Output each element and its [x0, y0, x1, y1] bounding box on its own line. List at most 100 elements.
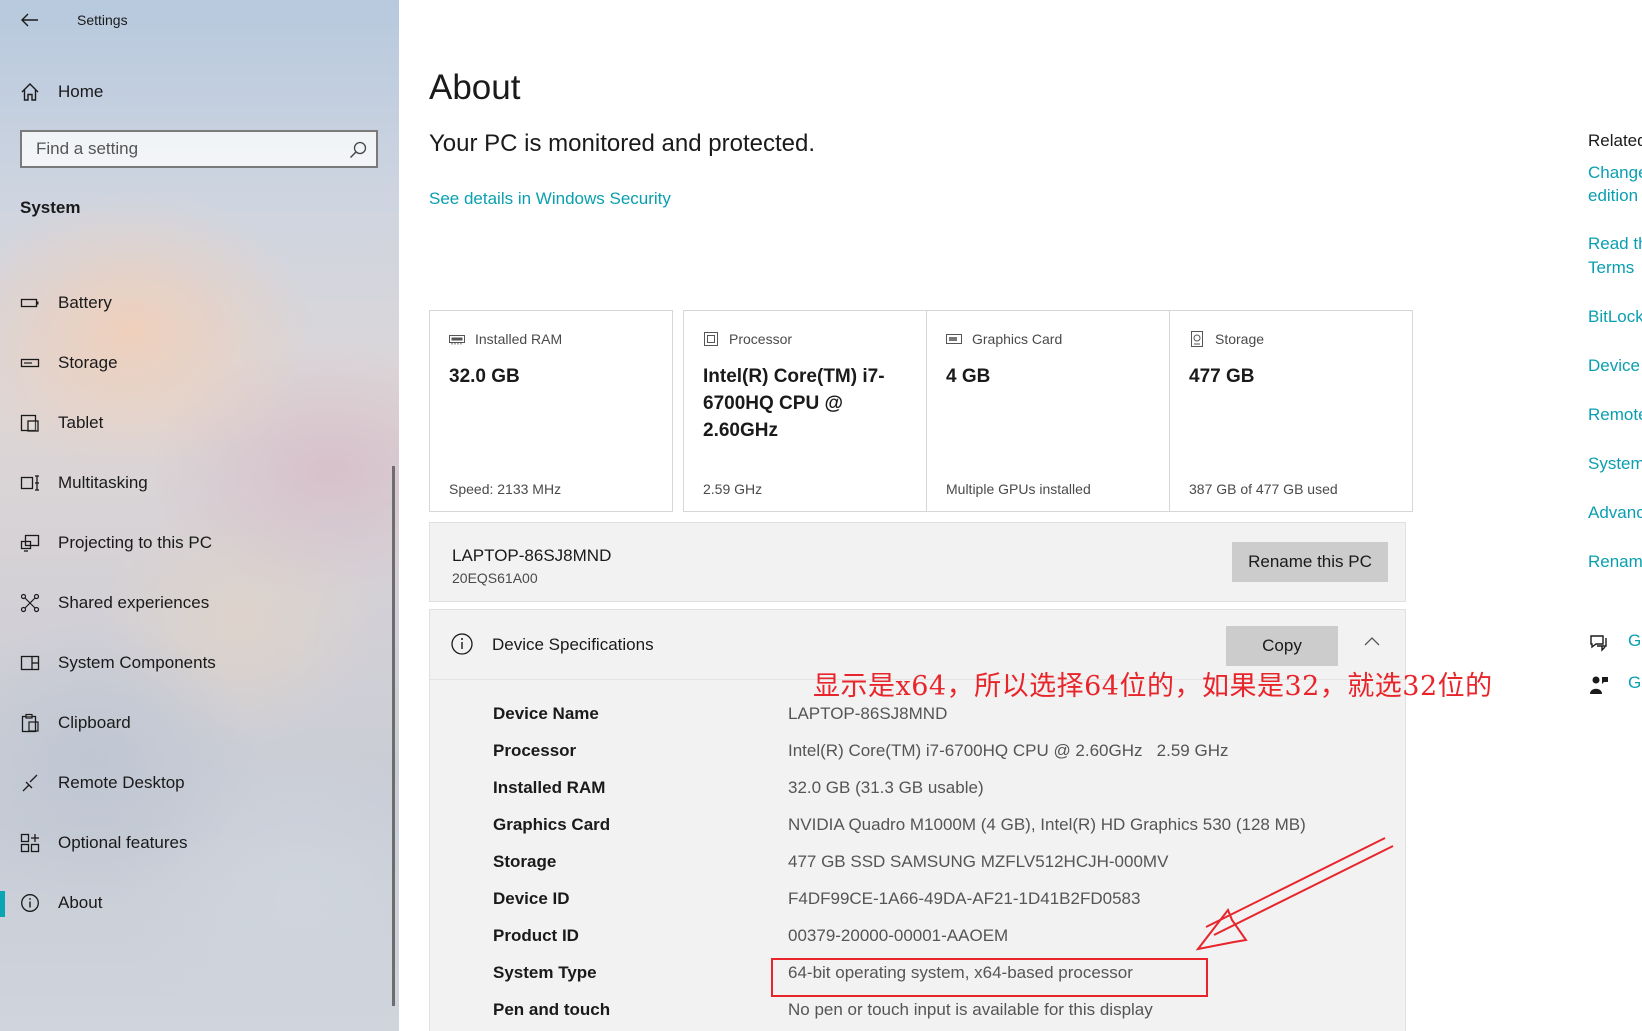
sidebar-item-label: Multitasking	[58, 473, 148, 492]
windows-security-link[interactable]: See details in Windows Security	[429, 189, 671, 209]
card-footer: 2.59 GHz	[703, 481, 763, 497]
card-label: Storage	[1215, 331, 1265, 347]
search-icon[interactable]	[348, 140, 368, 160]
spec-label: Graphics Card	[493, 815, 611, 834]
related-link-change-edition-line2[interactable]: edition	[1588, 184, 1638, 208]
back-button[interactable]	[14, 6, 46, 34]
clipboard-icon	[18, 711, 42, 735]
feedback-icon	[1590, 676, 1608, 694]
spec-value: F4DF99CE-1A66-49DA-AF21-1D41B2FD0583	[788, 889, 1141, 908]
card-value: 477 GB	[1189, 366, 1255, 387]
sidebar-nav: Battery Storage Tablet Multitasking Proj…	[0, 273, 399, 933]
card-processor: Processor Intel(R) Core(TM) i7-6700HQ CP…	[683, 310, 927, 512]
rename-pc-button[interactable]: Rename this PC	[1232, 542, 1388, 582]
sidebar-item-home[interactable]: Home	[0, 72, 399, 112]
get-help-label: G	[1628, 631, 1642, 650]
spec-row-pen-and-touch: Pen and touch No pen or touch input is a…	[493, 1000, 1393, 1031]
info-icon	[18, 891, 42, 915]
sidebar-item-label: Clipboard	[58, 713, 131, 732]
give-feedback-label: G	[1628, 673, 1642, 692]
ram-icon	[449, 331, 465, 347]
projecting-icon	[18, 531, 42, 555]
pc-name: LAPTOP-86SJ8MND	[452, 546, 612, 565]
related-link-read-terms[interactable]: Read th	[1588, 232, 1642, 256]
sidebar-item-about[interactable]: About	[0, 873, 399, 933]
spec-value: NVIDIA Quadro M1000M (4 GB), Intel(R) HD…	[788, 815, 1306, 834]
sidebar-scrollbar[interactable]	[392, 466, 395, 1006]
spec-label: System Type	[493, 963, 597, 982]
title-bar: Settings	[0, 0, 399, 40]
spec-label: Storage	[493, 852, 557, 871]
main-content: About Your PC is monitored and protected…	[399, 0, 1642, 1031]
sidebar-item-label: Tablet	[58, 413, 104, 432]
chat-help-icon	[1590, 635, 1607, 652]
sidebar-item-clipboard[interactable]: Clipboard	[0, 693, 399, 753]
sidebar-item-label: Remote Desktop	[58, 773, 185, 792]
card-footer: Multiple GPUs installed	[946, 481, 1091, 497]
card-label: Graphics Card	[972, 331, 1063, 347]
get-help-link[interactable]: G	[1588, 630, 1642, 656]
spec-row-graphics-card: Graphics Card NVIDIA Quadro M1000M (4 GB…	[493, 815, 1393, 852]
card-value: Intel(R) Core(TM) i7-6700HQ CPU @ 2.60GH…	[703, 366, 885, 441]
give-feedback-link[interactable]: G	[1588, 672, 1642, 698]
processor-icon	[703, 331, 719, 347]
related-settings-title: Related	[1588, 131, 1642, 150]
pc-model: 20EQS61A00	[452, 570, 538, 586]
sidebar: Settings Home System Battery Storage	[0, 0, 399, 1031]
battery-icon	[18, 291, 42, 315]
sidebar-item-tablet[interactable]: Tablet	[0, 393, 399, 453]
related-link-read-terms-line2[interactable]: Terms	[1588, 256, 1634, 280]
card-value: 32.0 GB	[449, 366, 520, 387]
related-link-rename-pc[interactable]: Renam	[1588, 550, 1642, 574]
card-installed-ram: Installed RAM 32.0 GB Speed: 2133 MHz	[429, 310, 673, 512]
spec-value: 477 GB SSD SAMSUNG MZFLV512HCJH-000MV	[788, 852, 1169, 871]
related-link-bitlocker[interactable]: BitLock	[1588, 305, 1642, 329]
sidebar-item-label: Home	[58, 82, 104, 101]
sidebar-item-multitasking[interactable]: Multitasking	[0, 453, 399, 513]
chevron-up-icon[interactable]	[1362, 632, 1382, 652]
spec-value: 00379-20000-00001-AAOEM	[788, 926, 1009, 945]
spec-row-product-id: Product ID 00379-20000-00001-AAOEM	[493, 926, 1393, 963]
system-components-icon	[18, 651, 42, 675]
spec-value: 32.0 GB (31.3 GB usable)	[788, 778, 984, 797]
related-link-advanced-settings[interactable]: Advanc	[1588, 501, 1642, 525]
spec-value: Intel(R) Core(TM) i7-6700HQ CPU @ 2.60GH…	[788, 741, 1229, 760]
spec-value: 64-bit operating system, x64-based proce…	[788, 963, 1133, 982]
sidebar-item-projecting[interactable]: Projecting to this PC	[0, 513, 399, 573]
sidebar-item-optional-features[interactable]: Optional features	[0, 813, 399, 873]
sidebar-item-label: Projecting to this PC	[58, 533, 213, 552]
search-input[interactable]	[22, 132, 342, 166]
sidebar-item-label: Storage	[58, 353, 118, 372]
annotation-note: 显示是x64，所以选择64位的，如果是32，就选32位的	[813, 671, 1493, 702]
device-specifications-title: Device Specifications	[492, 635, 654, 654]
spec-label: Installed RAM	[493, 778, 606, 797]
related-link-device-manager[interactable]: Device	[1588, 354, 1640, 378]
related-link-system-protection[interactable]: System	[1588, 452, 1642, 476]
sidebar-item-remote-desktop[interactable]: Remote Desktop	[0, 753, 399, 813]
related-link-change-edition[interactable]: Change	[1588, 161, 1642, 185]
spec-label: Product ID	[493, 926, 579, 945]
spec-row-installed-ram: Installed RAM 32.0 GB (31.3 GB usable)	[493, 778, 1393, 815]
tablet-icon	[18, 411, 42, 435]
back-arrow-icon	[21, 13, 38, 27]
spec-label: Processor	[493, 741, 577, 760]
sidebar-item-shared-experiences[interactable]: Shared experiences	[0, 573, 399, 633]
sidebar-item-storage[interactable]: Storage	[0, 333, 399, 393]
spec-row-device-name: Device Name LAPTOP-86SJ8MND	[493, 704, 1393, 741]
graphics-card-icon	[946, 331, 962, 347]
specifications-list: Device Name LAPTOP-86SJ8MND Processor In…	[493, 704, 1393, 1031]
sidebar-item-label: About	[58, 893, 103, 912]
sidebar-item-system-components[interactable]: System Components	[0, 633, 399, 693]
card-label: Installed RAM	[475, 331, 563, 347]
sidebar-item-battery[interactable]: Battery	[0, 273, 399, 333]
card-graphics-card: Graphics Card 4 GB Multiple GPUs install…	[926, 310, 1170, 512]
multitasking-icon	[18, 471, 42, 495]
shared-experiences-icon	[18, 591, 42, 615]
copy-button[interactable]: Copy	[1226, 626, 1338, 666]
spec-value: LAPTOP-86SJ8MND	[788, 704, 948, 723]
related-link-remote-desktop[interactable]: Remote	[1588, 403, 1642, 427]
section-title: System	[20, 198, 81, 217]
storage-drive-icon	[1189, 331, 1205, 347]
protection-status: Your PC is monitored and protected.	[429, 130, 816, 157]
optional-features-icon	[18, 831, 42, 855]
